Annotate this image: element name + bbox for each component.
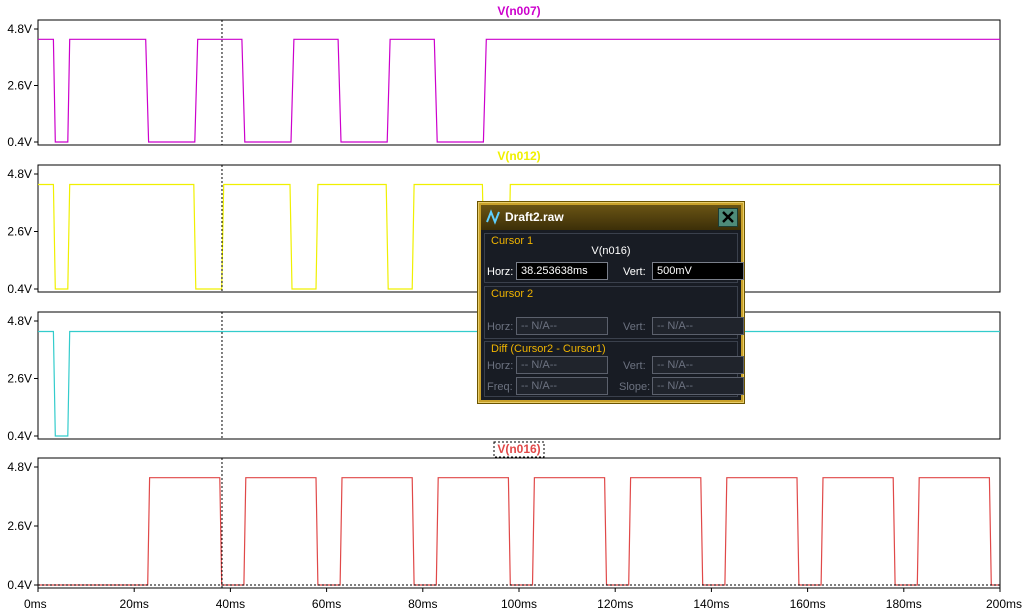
- y-tick-label: 4.8V: [7, 167, 32, 181]
- diff-vert-field[interactable]: -- N/A--: [652, 356, 744, 374]
- diff-horz-field[interactable]: -- N/A--: [516, 356, 608, 374]
- cursor1-vert-label: Vert:: [623, 266, 646, 278]
- x-tick-label: 120ms: [597, 597, 633, 611]
- trace-line-0[interactable]: [38, 38, 1000, 143]
- cursor2-group-label: Cursor 2: [491, 288, 534, 300]
- y-tick-label: 0.4V: [7, 135, 32, 149]
- diff-group: Diff (Cursor2 - Cursor1) Horz: -- N/A-- …: [484, 341, 744, 397]
- cursor2-vert-field[interactable]: -- N/A--: [652, 317, 744, 335]
- diff-horz-label: Horz:: [487, 360, 514, 372]
- diff-vert-label: Vert:: [623, 360, 646, 372]
- x-tick-label: 60ms: [312, 597, 341, 611]
- x-tick-label: 80ms: [408, 597, 437, 611]
- y-tick-label: 0.4V: [7, 429, 32, 443]
- y-tick-label: 4.8V: [7, 460, 32, 474]
- cursor2-vert-label: Vert:: [623, 321, 646, 333]
- x-tick-label: 140ms: [693, 597, 729, 611]
- y-tick-label: 0.4V: [7, 578, 32, 592]
- y-tick-label: 4.8V: [7, 314, 32, 328]
- cursor-readout-dialog[interactable]: Draft2.raw Cursor 1 V(n016) Horz: 38.253…: [477, 201, 745, 404]
- trace-title-3[interactable]: V(n016): [497, 442, 540, 456]
- dialog-title: Draft2.raw: [505, 210, 564, 224]
- cursor1-trace-name: V(n016): [591, 245, 631, 257]
- x-tick-label: 0ms: [24, 597, 47, 611]
- dialog-titlebar[interactable]: Draft2.raw: [481, 205, 741, 230]
- waveform-app-icon: [486, 209, 500, 225]
- diff-slope-field[interactable]: -- N/A--: [652, 377, 744, 395]
- cursor1-vert-field[interactable]: 500mV: [652, 262, 744, 280]
- y-tick-label: 4.8V: [7, 22, 32, 36]
- x-tick-label: 160ms: [790, 597, 826, 611]
- x-tick-label: 200ms: [986, 597, 1022, 611]
- cursor2-group: Cursor 2 Horz: -- N/A-- Vert: -- N/A--: [484, 286, 744, 339]
- cursor2-horz-label: Horz:: [487, 321, 514, 333]
- diff-freq-label: Freq:: [487, 381, 513, 393]
- close-button[interactable]: [718, 208, 738, 227]
- trace-line-3[interactable]: [38, 477, 1000, 586]
- dialog-body: Cursor 1 V(n016) Horz: 38.253638ms Vert:…: [481, 230, 744, 400]
- y-tick-label: 2.6V: [7, 79, 32, 93]
- diff-slope-label: Slope:: [619, 381, 651, 393]
- y-tick-label: 0.4V: [7, 282, 32, 296]
- cursor1-group: Cursor 1 V(n016) Horz: 38.253638ms Vert:…: [484, 233, 744, 283]
- x-tick-label: 40ms: [216, 597, 245, 611]
- diff-group-label: Diff (Cursor2 - Cursor1): [491, 343, 606, 355]
- cursor1-horz-label: Horz:: [487, 266, 514, 278]
- trace-title-0[interactable]: V(n007): [497, 4, 540, 18]
- trace-title-1[interactable]: V(n012): [497, 149, 540, 163]
- close-icon: [722, 211, 734, 223]
- cursor2-horz-field[interactable]: -- N/A--: [516, 317, 608, 335]
- y-tick-label: 2.6V: [7, 372, 32, 386]
- cursor1-horz-field[interactable]: 38.253638ms: [516, 262, 608, 280]
- x-tick-label: 100ms: [501, 597, 537, 611]
- y-tick-label: 2.6V: [7, 519, 32, 533]
- x-tick-label: 180ms: [886, 597, 922, 611]
- x-tick-label: 20ms: [120, 597, 149, 611]
- y-tick-label: 2.6V: [7, 225, 32, 239]
- diff-freq-field[interactable]: -- N/A--: [516, 377, 608, 395]
